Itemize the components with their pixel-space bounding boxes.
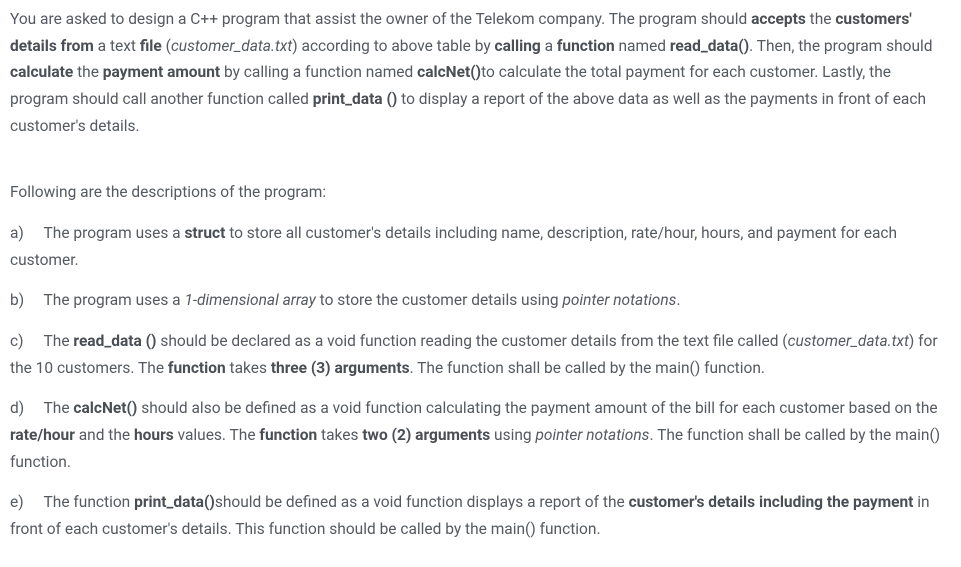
item-label: b) <box>10 287 40 314</box>
text: The program uses a <box>44 291 185 309</box>
bold: calcNet() <box>417 63 481 81</box>
italic: customer_data.txt <box>788 332 909 350</box>
item-label: e) <box>10 489 40 516</box>
bold: function <box>259 426 317 444</box>
text: should also be defined as a void functio… <box>137 399 937 417</box>
text: ( <box>162 37 171 55</box>
item-label: a) <box>10 220 40 247</box>
bold: rate/hour <box>10 426 75 444</box>
text: the <box>806 10 836 28</box>
text: takes <box>317 426 362 444</box>
text: . The function shall be called by the ma… <box>410 359 765 377</box>
italic: pointer notations <box>535 426 649 444</box>
lead-text: Following are the descriptions of the pr… <box>10 179 951 206</box>
text: named <box>615 37 670 55</box>
text: The function <box>44 493 135 511</box>
text: using <box>490 426 535 444</box>
text: takes <box>226 359 271 377</box>
bold: three (3) arguments <box>271 359 410 377</box>
item-label: d) <box>10 395 40 422</box>
bold: read_data() <box>670 37 749 55</box>
bold: two (2) arguments <box>362 426 490 444</box>
italic: 1-dimensional array <box>184 291 315 309</box>
text: by calling a function named <box>220 63 417 81</box>
bold: function <box>168 359 226 377</box>
bold: hours <box>134 426 174 444</box>
text: The program uses a <box>44 224 185 242</box>
list-item-c: c) The read_data () should be declared a… <box>10 328 951 381</box>
text: should be defined as a void function dis… <box>215 493 629 511</box>
text: You are asked to design a C++ program th… <box>10 10 751 28</box>
text: . <box>676 291 680 309</box>
italic: customer_data.txt <box>171 37 292 55</box>
italic: pointer notations <box>562 291 676 309</box>
intro-paragraph: You are asked to design a C++ program th… <box>10 6 951 139</box>
text: and the <box>75 426 134 444</box>
text: a <box>541 37 557 55</box>
bold: payment amount <box>103 63 220 81</box>
text: ) according to above table by <box>292 37 494 55</box>
text: should be declared as a void function re… <box>157 332 788 350</box>
bold: customer's details including the payment <box>629 493 914 511</box>
bold: file <box>140 37 162 55</box>
bold: accepts <box>751 10 806 28</box>
text: a text <box>94 37 140 55</box>
list-item-d: d) The calcNet() should also be defined … <box>10 395 951 475</box>
bold: calcNet() <box>73 399 137 417</box>
bold: calling <box>495 37 541 55</box>
bold: print_data () <box>313 90 398 108</box>
bold: function <box>557 37 615 55</box>
text: The <box>44 399 74 417</box>
bold: calculate <box>10 63 73 81</box>
bold: print_data() <box>134 493 215 511</box>
text: The <box>44 332 74 350</box>
list-item-b: b) The program uses a 1-dimensional arra… <box>10 287 951 314</box>
text: the <box>73 63 103 81</box>
text: . Then, the program should <box>749 37 932 55</box>
list-item-a: a) The program uses a struct to store al… <box>10 220 951 273</box>
list-item-e: e) The function print_data()should be de… <box>10 489 951 542</box>
text: values. The <box>174 426 260 444</box>
bold: struct <box>184 224 225 242</box>
bold: read_data () <box>73 332 156 350</box>
text: to store the customer details using <box>316 291 563 309</box>
item-label: c) <box>10 328 40 355</box>
